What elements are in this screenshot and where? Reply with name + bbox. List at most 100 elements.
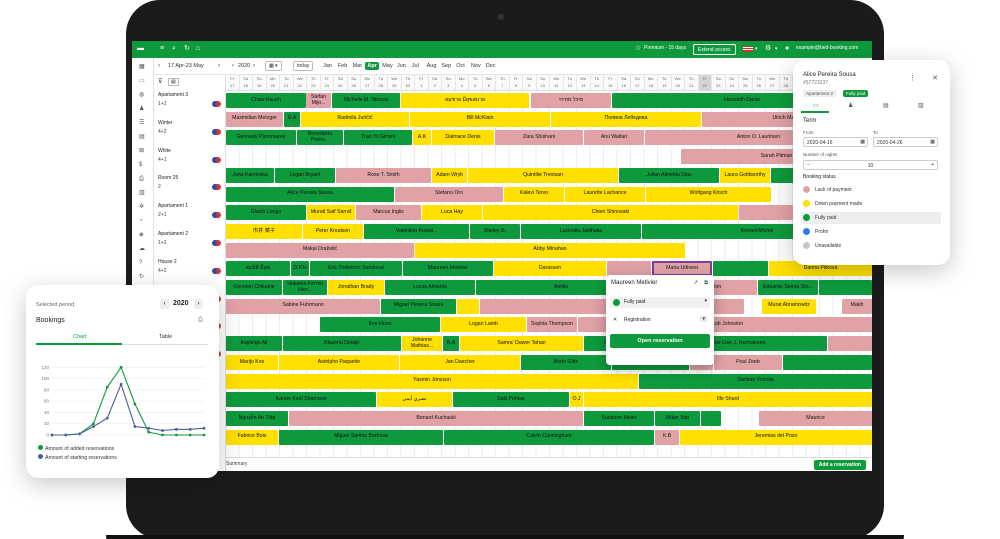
reservation-bar[interactable]: Samra' Dawer Tahan xyxy=(460,336,583,352)
printer-icon[interactable]: ⎙ xyxy=(198,317,203,324)
reservation-bar[interactable]: Marcus Inglis xyxy=(356,205,421,221)
reservation-bar[interactable]: O.J xyxy=(570,392,583,408)
reservation-bar[interactable]: Dalmace Denis xyxy=(432,130,494,146)
share-icon[interactable]: ↗ xyxy=(693,280,698,286)
reservation-bar[interactable]: สมบัติ มีสุข xyxy=(226,261,290,277)
reservation-bar[interactable]: Maximilian Metzger xyxy=(226,111,283,127)
data-point[interactable] xyxy=(202,426,206,430)
reservation-bar[interactable]: Shirley B. xyxy=(470,223,520,239)
reservation-bar[interactable]: Kayleigh Ali xyxy=(226,336,282,352)
room-name[interactable]: Apartament 3 xyxy=(158,92,188,98)
reservation-bar[interactable] xyxy=(828,336,872,352)
data-point[interactable] xyxy=(92,425,95,428)
tab-chart[interactable]: Chart xyxy=(73,334,86,340)
reservation-bar[interactable]: نصري أيمن xyxy=(377,392,452,408)
globe-icon[interactable]: ◍ xyxy=(139,92,144,99)
clipboard-icon[interactable]: ▤ xyxy=(139,134,145,141)
prev-year-button[interactable]: ‹ xyxy=(160,299,169,309)
reservation-bar[interactable]: Lucas Almeida xyxy=(385,280,475,295)
data-point[interactable] xyxy=(202,433,206,437)
menu-icon[interactable]: ≡ xyxy=(160,45,164,53)
nights-stepper[interactable]: − 10 + xyxy=(803,160,938,170)
reservation-bar[interactable]: Stefan Mijo... xyxy=(306,93,331,108)
reservation-bar[interactable]: Luca Hay xyxy=(422,205,482,221)
reservation-bar[interactable]: Laurette Lachance xyxy=(565,186,645,202)
reservation-bar[interactable]: Benedykta Piotro... xyxy=(297,130,343,146)
tab-table[interactable]: Table xyxy=(159,334,172,340)
summary-label[interactable]: Summary xyxy=(226,461,247,467)
status-option[interactable]: Prohn xyxy=(801,226,941,238)
reservation-bar[interactable]: Rose T. Smith xyxy=(336,167,431,183)
calendar-picker-button[interactable]: ▦ ▾ xyxy=(265,61,282,71)
reservation-bar[interactable]: Gladis Longo xyxy=(226,205,306,221)
reservation-bar[interactable] xyxy=(819,280,872,295)
reservation-bar[interactable]: Valentina Kowal... xyxy=(364,223,469,239)
reservation-bar[interactable]: A.K xyxy=(413,130,431,146)
reservation-bar[interactable]: Makai Dražetić xyxy=(226,242,414,258)
reservation-bar[interactable]: R.A xyxy=(443,336,459,352)
dollar-icon[interactable]: $ xyxy=(139,162,142,169)
status-option[interactable]: Fully paid xyxy=(801,212,941,224)
status-option[interactable]: Down payment made xyxy=(801,198,941,210)
gear-icon[interactable]: ✲ xyxy=(139,204,144,211)
next-year-button[interactable]: › xyxy=(194,299,203,309)
bed-icon[interactable]: ▭ xyxy=(139,78,145,85)
reservation-bar[interactable]: Kalevi Tervo xyxy=(504,186,564,202)
reservation-bar[interactable]: Peter Knudsen xyxy=(303,223,363,239)
copy-icon[interactable]: ⧉ xyxy=(704,280,708,287)
reservation-bar[interactable] xyxy=(480,298,615,314)
data-point[interactable] xyxy=(133,402,137,406)
reservation-bar[interactable]: Maurice xyxy=(759,410,872,426)
reservation-bar[interactable]: Sabine Fuhrmann xyxy=(226,298,380,314)
reservation-bar[interactable] xyxy=(783,354,872,370)
month-apr[interactable]: Apr xyxy=(365,62,379,70)
refresh-icon[interactable]: ↻ xyxy=(184,45,190,53)
month-oct[interactable]: Oct xyxy=(454,62,467,70)
reservation-bar[interactable]: Adam Wryk xyxy=(432,167,467,183)
status-option[interactable]: Lack of payment xyxy=(801,184,941,196)
person-icon[interactable]: ♟ xyxy=(139,106,144,113)
month-aug[interactable]: Aug xyxy=(425,62,439,70)
reservation-bar[interactable]: Maureen Metivier xyxy=(403,261,493,277)
status-option[interactable]: Unavailable xyxy=(801,240,941,252)
reservation-bar[interactable]: Wolfgang Kirsch xyxy=(646,186,771,202)
today-button[interactable]: today xyxy=(293,61,314,71)
user-icon[interactable]: ● xyxy=(785,45,789,53)
reservation-bar[interactable]: Laura Goldworthy xyxy=(720,167,770,183)
settings-icon[interactable]: ⚙ xyxy=(765,45,771,53)
from-date-input[interactable]: 2020-04-16 ▦ xyxy=(803,137,868,147)
next-range-icon[interactable]: › xyxy=(218,63,220,69)
printer-icon[interactable]: ⎙ xyxy=(139,176,144,183)
reservation-bar[interactable]: Michelle M. Nilsson xyxy=(332,93,400,108)
data-point[interactable] xyxy=(161,433,164,437)
data-point[interactable] xyxy=(147,426,151,430)
reservation-bar[interactable]: Jonathan Brady xyxy=(328,280,384,295)
open-reservation-button[interactable]: Open reservation xyxy=(610,334,710,348)
reservation-bar[interactable]: Miguel Santos Barbosa xyxy=(279,429,443,445)
reservation-bar[interactable]: Gennady Ponomarev xyxy=(226,130,296,146)
reservation-bar[interactable]: Milan Stip xyxy=(655,410,700,426)
to-date-input[interactable]: 2020-04-26 ▦ xyxy=(873,137,938,147)
reservation-bar[interactable]: Chaw Hsueh xyxy=(226,93,306,108)
reservation-bar[interactable]: K.B xyxy=(655,429,679,445)
reservation-bar[interactable]: D.P.H xyxy=(291,261,309,277)
reservation-bar[interactable]: Benard Kuchaski xyxy=(289,410,583,426)
reservation-bar[interactable]: Bill McKlain xyxy=(410,111,550,127)
reservation-bar[interactable]: D.A xyxy=(284,111,300,127)
reservation-bar[interactable]: Chieri Shinosaki xyxy=(483,205,738,221)
reservation-bar[interactable]: Fabrice Bois xyxy=(226,429,278,445)
month-jun[interactable]: Jun xyxy=(395,62,408,70)
us-flag-icon[interactable] xyxy=(743,46,753,52)
chevron-down-icon[interactable]: ▾ xyxy=(755,45,758,53)
reservation-bar[interactable]: Karam Karll Shamoon xyxy=(226,392,376,408)
filter-icon[interactable]: ⊽ xyxy=(158,78,162,85)
month-jan[interactable]: Jan xyxy=(321,62,334,70)
reservation-bar[interactable]: Johanne Mathias... xyxy=(402,336,442,352)
room-name[interactable]: House 2 xyxy=(158,259,177,265)
date-range[interactable]: 17 Apr-23 May xyxy=(168,63,204,69)
reservation-bar[interactable]: Zara Shishani xyxy=(495,130,583,146)
reservation-bar[interactable]: Bodo Gitts xyxy=(521,354,611,370)
sync-icon[interactable]: ↻ xyxy=(139,274,144,281)
data-point[interactable] xyxy=(174,427,178,431)
clock-icon[interactable]: ◔ xyxy=(139,218,143,225)
